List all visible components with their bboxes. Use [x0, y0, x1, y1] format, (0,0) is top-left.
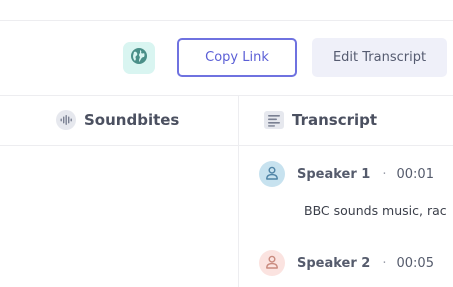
- tab-soundbites-label: Soundbites: [84, 111, 180, 129]
- tabs-top-divider: [0, 95, 453, 96]
- panel-divider: [238, 96, 239, 287]
- share-public-button[interactable]: [123, 42, 155, 74]
- transcript-entry-header: Speaker 1 · 00:01: [297, 164, 434, 184]
- speaker-name[interactable]: Speaker 2: [297, 256, 370, 271]
- top-divider: [0, 20, 453, 21]
- tab-transcript-label: Transcript: [292, 111, 378, 129]
- speaker-name[interactable]: Speaker 1: [297, 167, 370, 182]
- transcript-page: Copy Link Edit Transcript Soundbites Tra…: [0, 0, 453, 287]
- edit-transcript-label: Edit Transcript: [332, 50, 427, 65]
- tabs-bottom-divider: [0, 145, 453, 146]
- globe-icon: [130, 47, 148, 69]
- tab-soundbites[interactable]: Soundbites: [56, 109, 179, 131]
- separator-dot: ·: [382, 255, 387, 271]
- transcript-text[interactable]: BBC sounds music, rac: [304, 203, 453, 218]
- tab-transcript[interactable]: Transcript: [264, 109, 377, 131]
- timestamp[interactable]: 00:05: [397, 256, 434, 271]
- separator-dot: ·: [382, 166, 387, 182]
- copy-link-label: Copy Link: [205, 50, 269, 65]
- avatar: [259, 161, 285, 187]
- user-icon: [265, 165, 279, 184]
- edit-transcript-button[interactable]: Edit Transcript: [312, 38, 447, 77]
- avatar: [259, 250, 285, 276]
- document-lines-icon: [264, 110, 284, 130]
- waveform-icon: [56, 110, 76, 130]
- user-icon: [265, 254, 279, 273]
- timestamp[interactable]: 00:01: [397, 167, 434, 182]
- copy-link-button[interactable]: Copy Link: [177, 38, 297, 77]
- transcript-entry-header: Speaker 2 · 00:05: [297, 253, 434, 273]
